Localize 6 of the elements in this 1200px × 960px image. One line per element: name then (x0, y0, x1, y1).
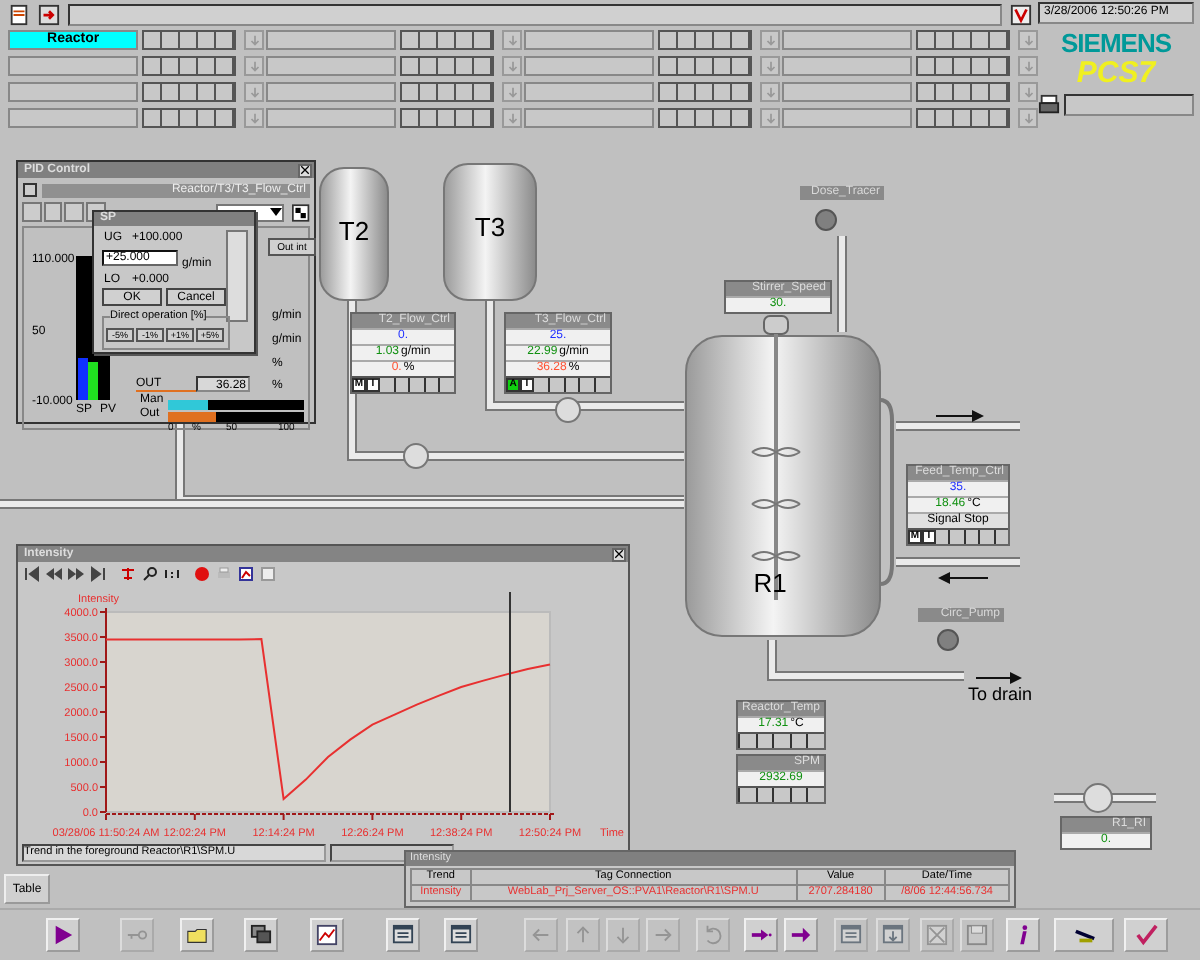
drain-label: To drain (968, 684, 1033, 704)
tank-label: R1 (753, 568, 787, 598)
product-logo-text: PCS7 (1074, 58, 1159, 90)
tank-label: T3 (474, 212, 506, 242)
tank-label: T2 (338, 216, 370, 246)
brand-logo-text: SIEMENS (1058, 30, 1173, 58)
